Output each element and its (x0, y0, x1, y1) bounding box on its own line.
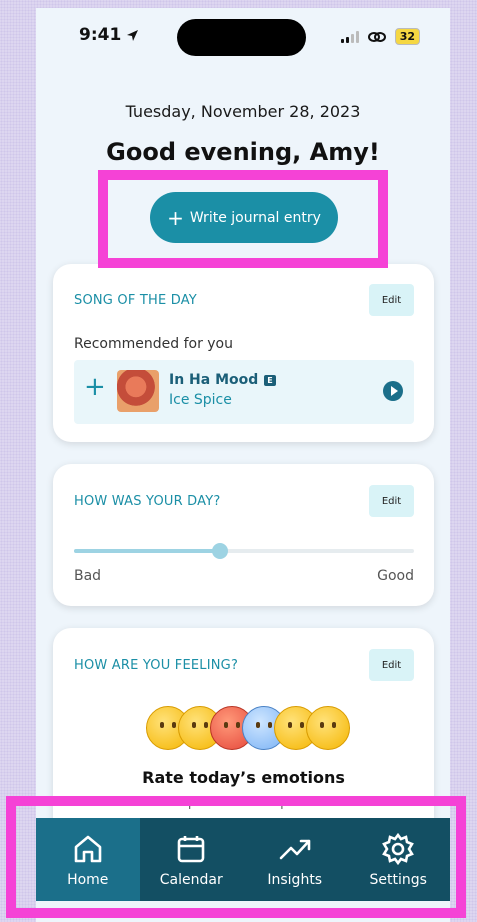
song-row[interactable]: + In Ha Mood E Ice Spice (74, 360, 414, 424)
card-title: HOW WAS YOUR DAY? (74, 494, 221, 509)
dynamic-island (177, 19, 306, 56)
artist-name: Ice Spice (169, 392, 232, 408)
clock-text: 9:41 (79, 25, 122, 45)
greeting-heading: Good evening, Amy! (106, 138, 380, 166)
recommended-label: Recommended for you (74, 336, 233, 352)
how-was-your-day-card: HOW WAS YOUR DAY? Edit Bad Good (53, 464, 434, 606)
edit-song-button[interactable]: Edit (369, 284, 414, 316)
date-heading: Tuesday, November 28, 2023 (125, 102, 361, 121)
album-art (117, 370, 159, 412)
slider-fill (74, 549, 221, 553)
emotion-emojis (146, 706, 350, 750)
battery-icon: 32 (394, 28, 420, 45)
slider-thumb[interactable] (212, 543, 229, 559)
slider-high-label: Good (377, 568, 414, 584)
link-icon (367, 31, 386, 42)
edit-day-button[interactable]: Edit (369, 485, 414, 517)
edit-feelings-button[interactable]: Edit (369, 649, 414, 681)
song-title-text: In Ha Mood (169, 372, 259, 388)
status-bar: 9:41 32 (36, 8, 450, 68)
location-arrow-icon (127, 29, 139, 41)
highlight-write-button-box (98, 170, 388, 268)
card-title: HOW ARE YOU FEELING? (74, 658, 239, 673)
add-song-icon[interactable]: + (84, 372, 106, 402)
song-of-the-day-card: SONG OF THE DAY Edit Recommended for you… (53, 264, 434, 442)
play-icon[interactable] (383, 381, 403, 401)
song-title: In Ha Mood E (169, 372, 276, 388)
card-title: SONG OF THE DAY (74, 293, 197, 308)
rate-emotions-heading: Rate today’s emotions (142, 768, 345, 787)
highlight-tabbar-box (6, 796, 466, 918)
status-icons: 32 (340, 28, 420, 45)
day-rating-slider[interactable] (74, 543, 414, 559)
relieved-emoji-icon (306, 706, 350, 750)
status-time: 9:41 (79, 25, 139, 45)
slider-low-label: Bad (74, 568, 102, 584)
phone-screen: 9:41 32 Tuesday, November 28, 2023 Good … (36, 8, 450, 922)
explicit-badge: E (264, 374, 276, 386)
signal-icon (340, 30, 359, 43)
